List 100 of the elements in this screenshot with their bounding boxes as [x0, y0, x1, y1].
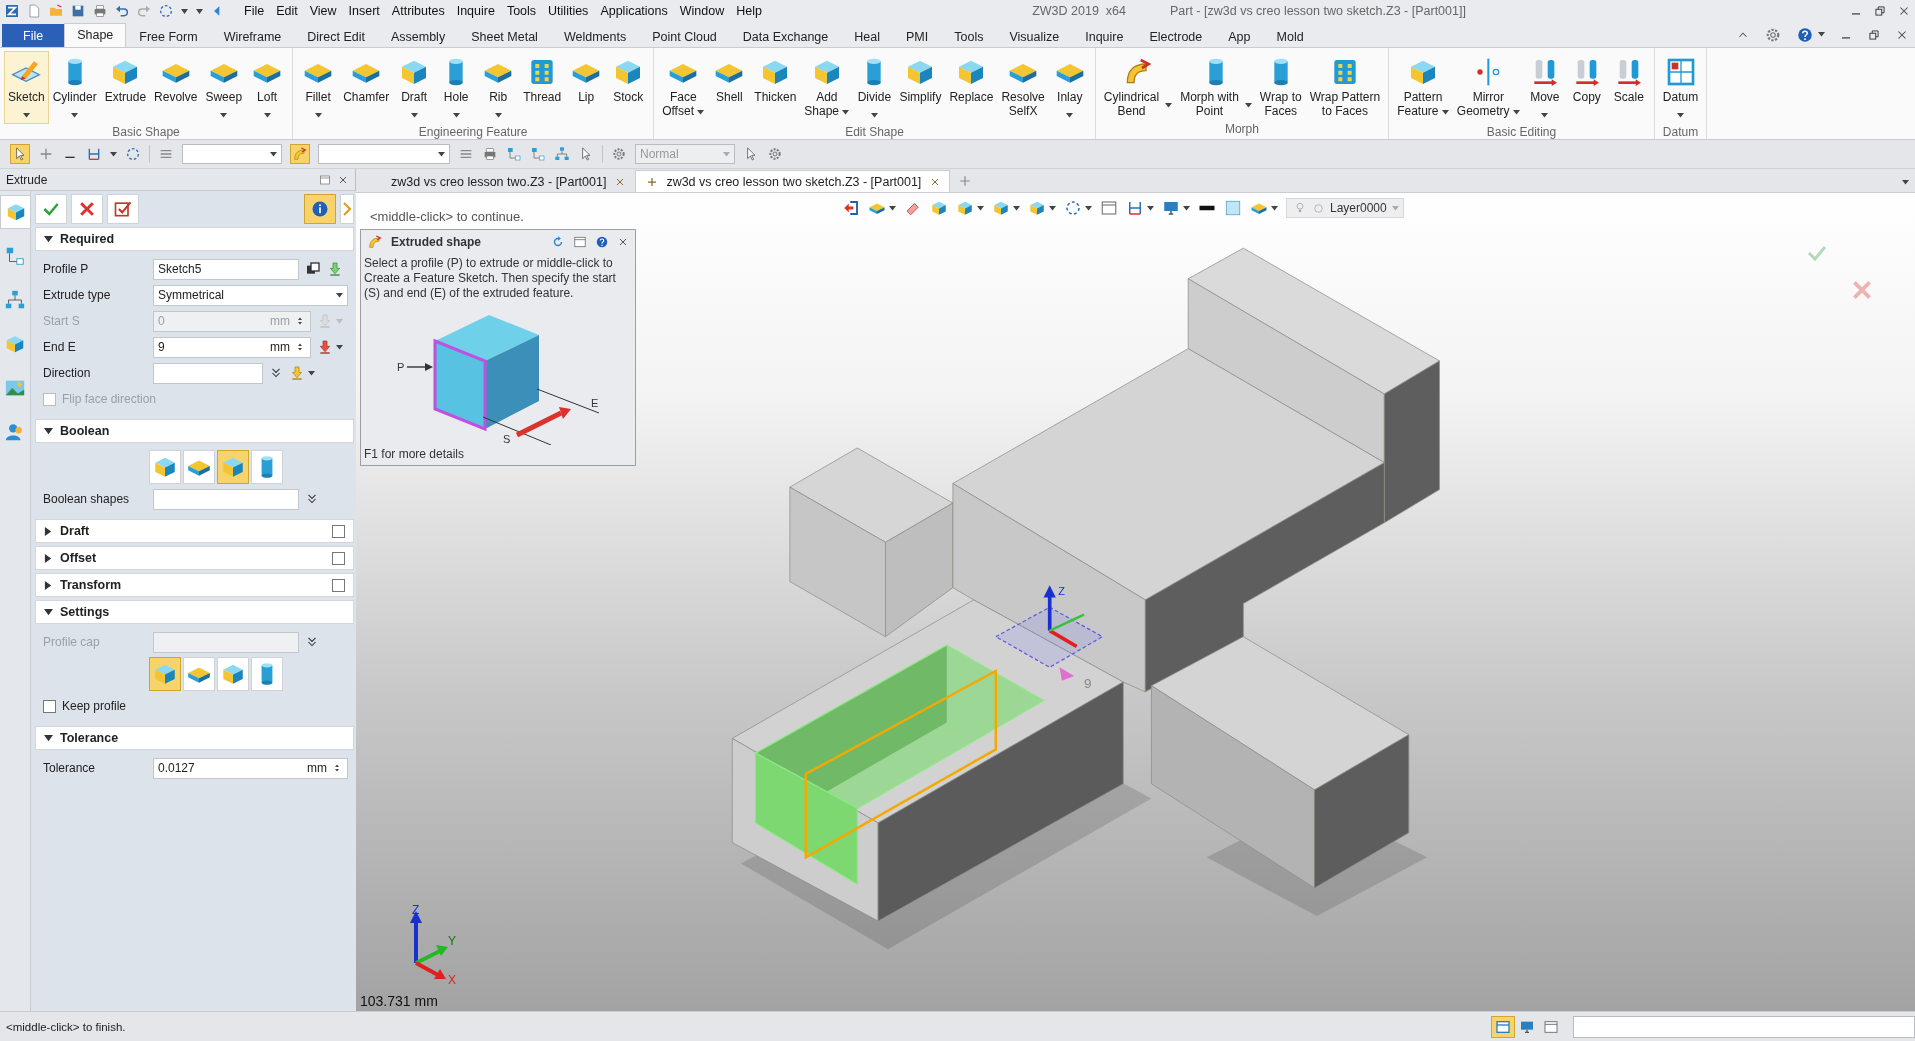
ribbon-tab[interactable]: Tools	[941, 25, 997, 47]
menu-item[interactable]: Help	[730, 4, 768, 18]
double-chevron-icon[interactable]	[269, 366, 283, 380]
cube-icon[interactable]	[956, 199, 974, 217]
ribbon-tab[interactable]: Visualize	[996, 25, 1073, 47]
menu-item[interactable]: View	[303, 4, 343, 18]
caret-icon[interactable]	[697, 110, 705, 115]
caret-icon[interactable]	[842, 110, 850, 115]
monitor-icon[interactable]	[1162, 199, 1180, 217]
caret-icon[interactable]	[889, 205, 896, 211]
caret-icon[interactable]	[270, 151, 277, 157]
caret-icon[interactable]	[410, 113, 418, 118]
ribbon-button[interactable]: Add Shape	[800, 51, 854, 121]
help-icon[interactable]	[595, 235, 609, 249]
ribbon-button[interactable]: Move	[1523, 51, 1566, 124]
expand-arrow-icon[interactable]	[44, 526, 53, 536]
caret-icon[interactable]	[1902, 179, 1909, 185]
ribbon-tab[interactable]: Electrode	[1136, 25, 1216, 47]
layer-combo[interactable]: Layer0000	[1286, 198, 1404, 218]
collapse-arrow-icon[interactable]	[44, 733, 53, 743]
option-button[interactable]	[250, 657, 283, 691]
ribbon-tab[interactable]: File	[2, 24, 65, 47]
window-icon[interactable]	[319, 173, 331, 186]
double-chevron-icon[interactable]	[305, 635, 319, 649]
section-header[interactable]: Draft	[35, 519, 354, 543]
undo-icon[interactable]	[114, 3, 130, 19]
option-button[interactable]	[216, 657, 249, 691]
section-header[interactable]: Tolerance	[35, 726, 354, 750]
printer-icon[interactable]	[92, 3, 108, 19]
ribbon-button[interactable]: Sketch	[4, 51, 49, 124]
window-icon[interactable]	[1100, 199, 1118, 217]
ribbon-tab[interactable]: Sheet Metal	[458, 25, 551, 47]
dashed-circle-icon[interactable]	[125, 146, 141, 162]
save-icon[interactable]	[70, 3, 86, 19]
ribbon-tab[interactable]: App	[1215, 25, 1264, 47]
ribbon-button[interactable]: Fillet	[297, 51, 340, 124]
help-icon[interactable]	[1796, 25, 1814, 44]
ribbon-tab[interactable]: Point Cloud	[639, 25, 730, 47]
ribbon-tab[interactable]: Inquire	[1072, 25, 1137, 47]
dimension-icon[interactable]	[86, 146, 102, 162]
toggle-button[interactable]	[290, 144, 310, 164]
caret-icon[interactable]	[1441, 110, 1449, 115]
dashed-circle-icon[interactable]	[158, 3, 174, 19]
document-tab[interactable]: zw3d vs creo lesson two.Z3 - [Part001]	[366, 170, 636, 192]
restore-icon[interactable]	[1873, 4, 1887, 18]
caret-icon[interactable]	[870, 113, 878, 118]
text-field[interactable]: Sketch5	[153, 258, 299, 280]
expand-arrow-icon[interactable]	[44, 580, 53, 590]
ribbon-button[interactable]: Wrap to Faces	[1255, 51, 1306, 121]
ribbon-button[interactable]: Lip	[565, 51, 608, 107]
caret-icon[interactable]	[336, 344, 343, 350]
caret-icon[interactable]	[1147, 205, 1154, 211]
caret-icon[interactable]	[263, 113, 271, 118]
move-handle-drawing[interactable]	[994, 585, 1104, 681]
close-icon[interactable]	[617, 236, 629, 248]
document-tab[interactable]: zw3d vs creo lesson two sketch.Z3 - [Part001]	[635, 170, 951, 192]
cancel-button[interactable]	[71, 194, 103, 224]
collapse-arrow-icon[interactable]	[44, 426, 53, 436]
overlapping-squares-icon[interactable]	[305, 261, 321, 277]
ribbon-button[interactable]: Simplify	[895, 51, 946, 107]
ribbon-tab[interactable]: PMI	[893, 25, 942, 47]
ribbon-button[interactable]: Pattern Feature	[1393, 51, 1453, 121]
section-header[interactable]: Boolean	[35, 419, 354, 443]
window-icon[interactable]	[573, 235, 587, 249]
caret-icon[interactable]	[494, 113, 502, 118]
side-tab[interactable]	[0, 195, 30, 229]
ribbon-tab[interactable]: Direct Edit	[294, 25, 378, 47]
caret-icon[interactable]	[1244, 103, 1252, 108]
ribbon-tab[interactable]: Data Exchange	[729, 25, 842, 47]
caret-icon[interactable]	[1512, 110, 1520, 115]
view-button[interactable]	[1491, 1015, 1515, 1038]
number-field[interactable]: 9 mm	[153, 336, 311, 358]
ok-button[interactable]	[35, 194, 67, 224]
ribbon-button[interactable]: Datum	[1658, 51, 1703, 124]
info-button[interactable]	[304, 194, 336, 224]
checkbox[interactable]	[332, 524, 345, 538]
ribbon-button[interactable]: Draft	[393, 51, 436, 124]
checkbox[interactable]	[43, 699, 56, 713]
ribbon-button[interactable]: Copy	[1565, 51, 1608, 107]
caret-icon[interactable]	[336, 292, 343, 298]
ribbon-button[interactable]: Thread	[519, 51, 566, 107]
dimension-icon[interactable]	[1126, 199, 1144, 217]
section-header[interactable]: Settings	[35, 600, 354, 624]
ribbon-button[interactable]: Face Offset	[658, 51, 709, 121]
collapse-arrow-icon[interactable]	[44, 234, 53, 244]
refresh-icon[interactable]	[551, 235, 565, 249]
part-model-drawing[interactable]	[731, 247, 1440, 922]
text-field[interactable]	[153, 362, 263, 384]
caret-icon[interactable]	[1271, 205, 1278, 211]
ribbon-button[interactable]: Shell	[708, 51, 751, 107]
collapse-arrow-icon[interactable]	[44, 607, 53, 617]
app-logo-icon[interactable]	[4, 3, 20, 19]
ribbon-button[interactable]: Replace	[945, 51, 998, 107]
ribbon-button[interactable]: Divide	[853, 51, 896, 124]
ribbon-button[interactable]: Wrap Pattern to Faces	[1305, 51, 1385, 121]
option-button[interactable]	[148, 657, 181, 691]
option-button[interactable]	[182, 657, 215, 691]
ribbon-tab[interactable]: Wireframe	[210, 25, 295, 47]
caret-icon[interactable]	[452, 113, 460, 118]
caret-icon[interactable]	[1085, 205, 1092, 211]
